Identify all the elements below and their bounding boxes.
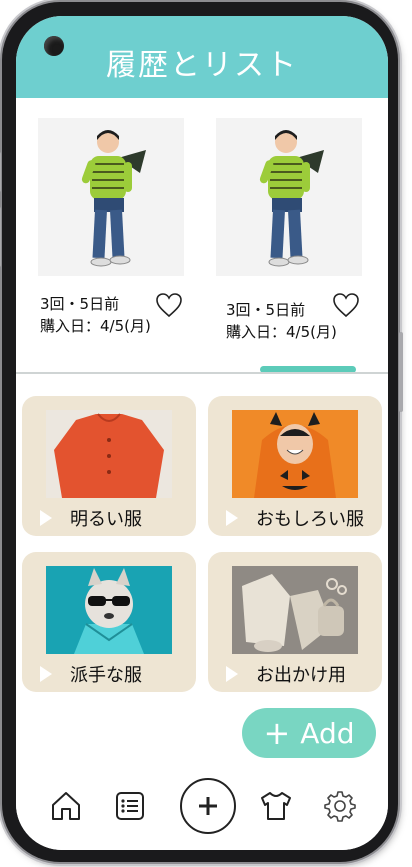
list-icon xyxy=(116,792,144,820)
category-label: おもしろい服 xyxy=(256,509,364,530)
history-purchase-date: 購入日：4/5(月) xyxy=(40,317,151,335)
add-button-label: Add xyxy=(300,716,355,750)
add-button[interactable]: + Add xyxy=(242,708,376,758)
outfit-figure xyxy=(259,130,324,267)
category-photo xyxy=(46,410,172,498)
volume-down-button xyxy=(0,207,1,267)
phone-frame: 履歴とリスト 3回・5日前 購入日：4/5(月) 3回・5日前 購入日：4/5(… xyxy=(0,2,403,862)
nav-list[interactable] xyxy=(112,776,148,836)
history-purchase-date: 購入日：4/5(月) xyxy=(226,323,337,341)
category-card-outing[interactable]: お出かけ用 xyxy=(208,552,382,692)
plus-icon: + xyxy=(263,714,291,752)
gear-icon xyxy=(324,791,356,822)
nav-home[interactable] xyxy=(48,776,84,836)
app-screen: 履歴とリスト 3回・5日前 購入日：4/5(月) 3回・5日前 購入日：4/5(… xyxy=(16,16,388,850)
category-card-fun[interactable]: おもしろい服 xyxy=(208,396,382,536)
play-icon xyxy=(40,666,52,682)
plus-icon xyxy=(180,778,236,834)
category-label: 派手な服 xyxy=(70,665,142,686)
category-label: 明るい服 xyxy=(70,509,142,530)
power-button xyxy=(399,332,403,412)
outfit-figure xyxy=(81,130,146,267)
play-icon xyxy=(226,510,238,526)
shirt-icon xyxy=(261,792,291,820)
page-title: 履歴とリスト xyxy=(106,48,298,83)
category-photo xyxy=(232,566,358,654)
history-item-image[interactable] xyxy=(216,118,362,276)
section-divider xyxy=(16,372,388,374)
nav-add[interactable] xyxy=(178,776,238,836)
history-item-image[interactable] xyxy=(38,118,184,276)
home-icon xyxy=(52,792,80,820)
heart-icon[interactable] xyxy=(155,292,183,318)
header-bar: 履歴とリスト xyxy=(16,16,388,98)
heart-icon[interactable] xyxy=(332,292,360,318)
nav-settings[interactable] xyxy=(322,776,358,836)
category-card-flashy[interactable]: 派手な服 xyxy=(22,552,196,692)
nav-wardrobe[interactable] xyxy=(256,776,296,836)
category-photo xyxy=(232,410,358,498)
play-icon xyxy=(226,666,238,682)
category-label: お出かけ用 xyxy=(256,665,346,686)
category-photo xyxy=(46,566,172,654)
bottom-nav xyxy=(16,776,388,850)
category-card-bright[interactable]: 明るい服 xyxy=(22,396,196,536)
play-icon xyxy=(40,510,52,526)
history-count: 3回・5日前 xyxy=(40,295,120,313)
volume-up-button xyxy=(0,152,1,192)
history-count: 3回・5日前 xyxy=(226,301,306,319)
